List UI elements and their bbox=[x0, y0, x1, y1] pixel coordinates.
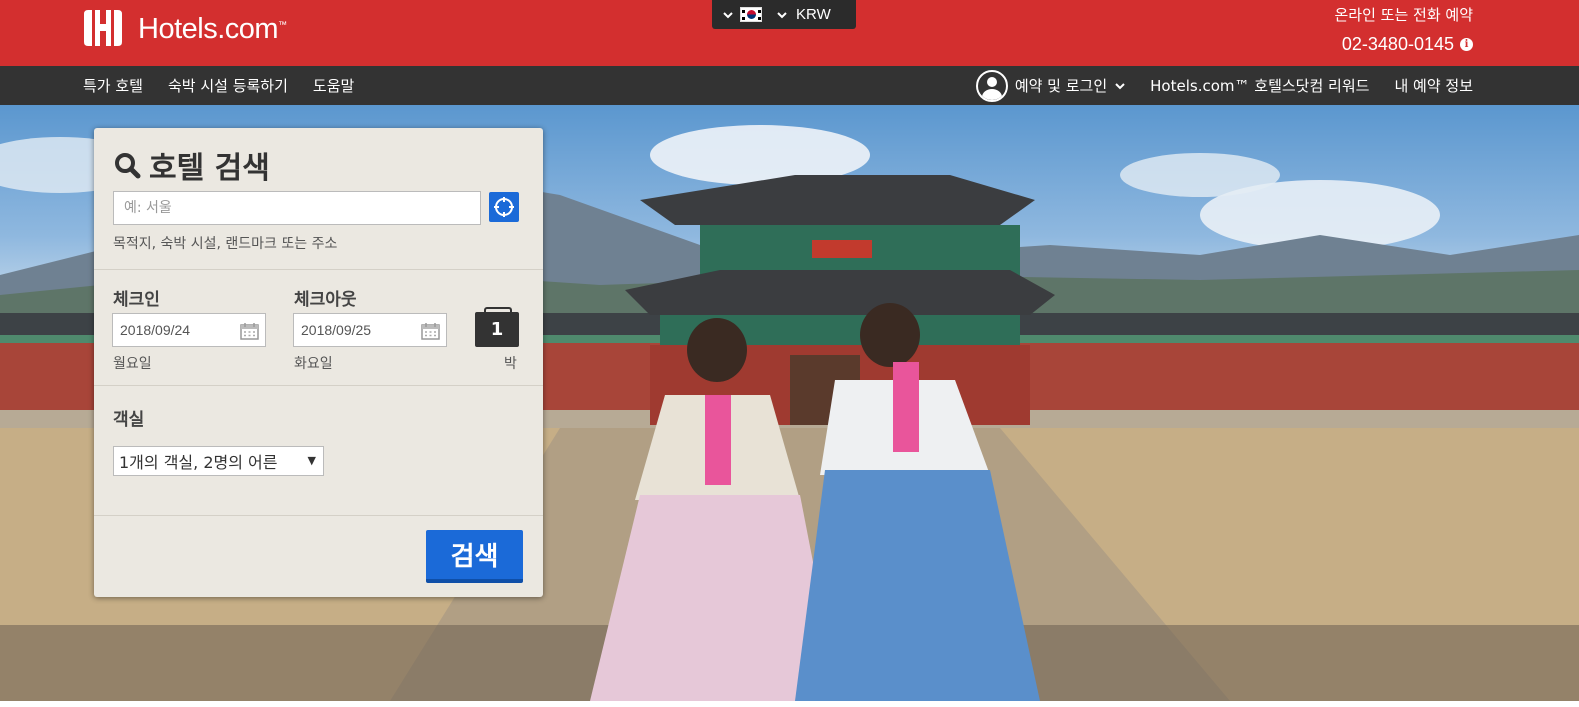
checkout-weekday: 화요일 bbox=[294, 356, 333, 372]
divider bbox=[94, 269, 543, 270]
checkin-label: 체크인 bbox=[113, 290, 160, 310]
contact-phone[interactable]: 02-3480-0145 i bbox=[1334, 34, 1473, 55]
chevron-down-icon bbox=[723, 11, 733, 18]
divider bbox=[94, 515, 543, 516]
search-panel-title: 호텔 검색 bbox=[113, 143, 270, 187]
nav-item-deals[interactable]: 특가 호텔 bbox=[83, 75, 143, 96]
destination-input[interactable] bbox=[113, 191, 481, 225]
current-location-button[interactable] bbox=[489, 192, 519, 222]
user-icon bbox=[975, 69, 1008, 102]
logo-wordmark: Hotels.com™ bbox=[138, 12, 287, 45]
korea-flag-icon bbox=[740, 7, 762, 22]
calendar-icon[interactable] bbox=[421, 322, 440, 340]
rooms-label: 객실 bbox=[113, 410, 145, 430]
currency-label: KRW bbox=[796, 6, 831, 23]
caret-down-icon: ▼ bbox=[307, 454, 316, 467]
hotel-search-panel: 호텔 검색 목적지, 숙박 시설, 랜드마크 또는 주소 체크인 2018/09… bbox=[94, 128, 543, 597]
destination-hint: 목적지, 숙박 시설, 랜드마크 또는 주소 bbox=[113, 236, 338, 252]
chevron-down-icon bbox=[777, 11, 787, 18]
info-icon[interactable]: i bbox=[1460, 38, 1473, 51]
top-header: Hotels.com™ KRW 온라인 또는 전화 예약 02-3480-014… bbox=[0, 0, 1579, 66]
nights-label: 박 bbox=[504, 356, 517, 372]
login-label: 예약 및 로그인 bbox=[1014, 77, 1108, 95]
hotels-logo-icon bbox=[84, 10, 122, 46]
nav-item-rewards[interactable]: Hotels.com™ 호텔스닷컴 리워드 bbox=[1150, 75, 1369, 96]
calendar-icon[interactable] bbox=[240, 322, 259, 340]
search-icon bbox=[115, 153, 141, 179]
nav-item-list-property[interactable]: 숙박 시설 등록하기 bbox=[168, 75, 288, 96]
locale-switcher[interactable]: KRW bbox=[712, 0, 856, 29]
login-menu[interactable]: 예약 및 로그인 bbox=[975, 69, 1125, 102]
hotels-logo[interactable]: Hotels.com™ bbox=[82, 8, 287, 48]
checkin-weekday: 월요일 bbox=[113, 356, 152, 372]
checkout-label: 체크아웃 bbox=[294, 290, 357, 310]
checkin-date-input[interactable]: 2018/09/24 bbox=[112, 313, 266, 347]
nav-left: 특가 호텔 숙박 시설 등록하기 도움말 bbox=[83, 66, 354, 105]
contact-info: 온라인 또는 전화 예약 02-3480-0145 i bbox=[1334, 5, 1473, 55]
nights-count-badge: 1 bbox=[475, 307, 519, 347]
page-bottom-strip bbox=[0, 701, 1579, 707]
rooms-guests-select[interactable]: 1개의 객실, 2명의 어른 ▼ bbox=[113, 446, 324, 476]
crosshair-icon bbox=[494, 197, 514, 217]
nav-right: 예약 및 로그인 Hotels.com™ 호텔스닷컴 리워드 내 예약 정보 bbox=[951, 66, 1473, 105]
checkout-date-input[interactable]: 2018/09/25 bbox=[293, 313, 447, 347]
chevron-down-icon bbox=[1115, 82, 1125, 89]
nav-item-help[interactable]: 도움말 bbox=[313, 75, 354, 96]
main-nav: 특가 호텔 숙박 시설 등록하기 도움말 예약 및 로그인 Hotels.com… bbox=[0, 66, 1579, 105]
nav-item-my-bookings[interactable]: 내 예약 정보 bbox=[1394, 75, 1473, 96]
contact-label: 온라인 또는 전화 예약 bbox=[1334, 6, 1473, 24]
divider bbox=[94, 385, 543, 386]
search-button[interactable]: 검색 bbox=[426, 530, 523, 583]
